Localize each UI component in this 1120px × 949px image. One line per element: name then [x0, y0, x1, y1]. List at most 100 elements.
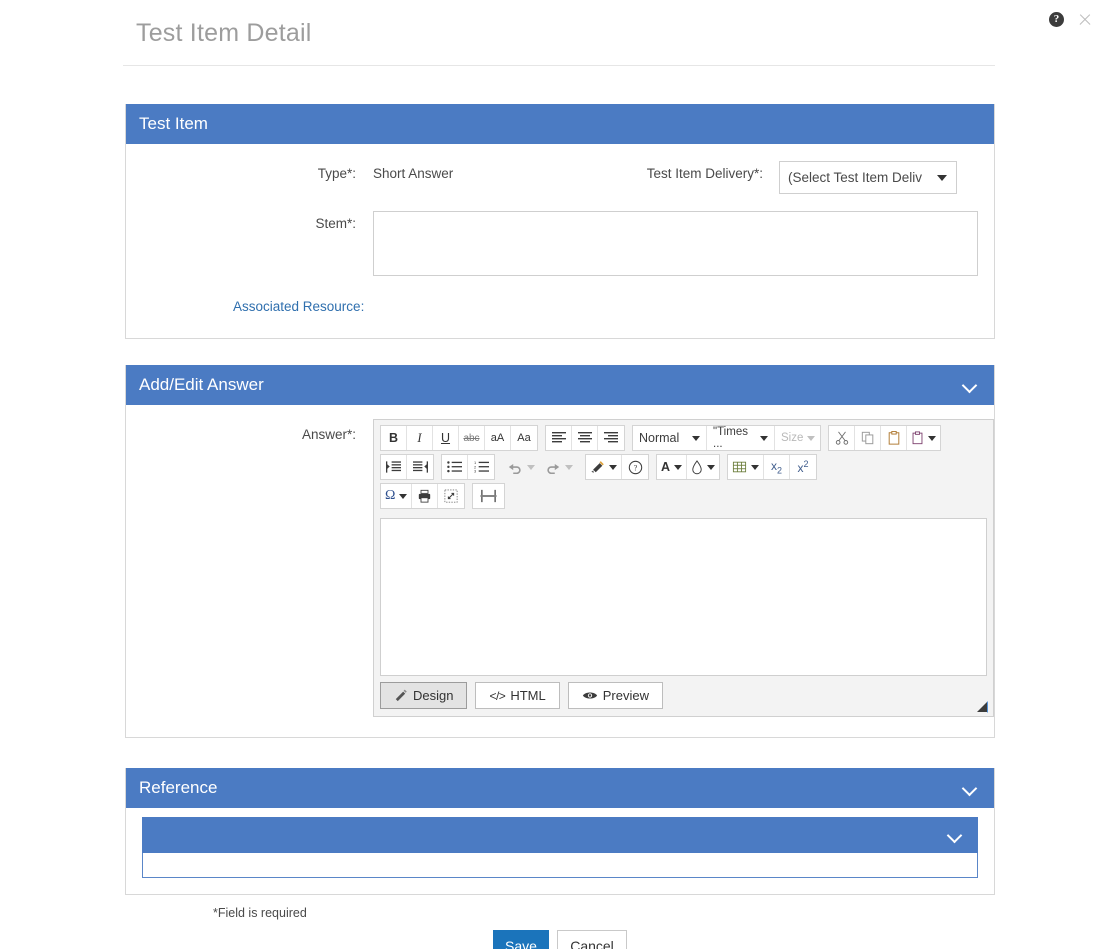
code-icon: </>: [489, 688, 506, 703]
resize-grip-icon[interactable]: [976, 700, 988, 713]
color-group: A: [656, 454, 721, 480]
dialog-footer: *Field is required Save Cancel: [125, 895, 995, 949]
lowercase-icon[interactable]: aA: [485, 426, 511, 450]
help-circle-icon[interactable]: ?: [1049, 12, 1064, 27]
paste-options-icon[interactable]: [907, 426, 940, 450]
answer-label: Answer*:: [301, 427, 356, 442]
copy-icon[interactable]: [855, 426, 881, 450]
insert-group: Ω: [380, 483, 466, 509]
editor-toolbar: B I U abc aA Aa Normal "Times ... Size 1…: [374, 420, 993, 516]
fullscreen-icon[interactable]: [438, 484, 465, 508]
reference-item-body: [142, 853, 978, 878]
chevron-down-icon: [760, 435, 768, 441]
tab-preview[interactable]: Preview: [567, 682, 663, 709]
undo-icon[interactable]: [502, 455, 540, 479]
align-center-icon[interactable]: [572, 426, 598, 450]
chevron-down-icon: [692, 435, 700, 441]
test-item-delivery-label: Test Item Delivery*:: [646, 166, 763, 181]
cut-icon[interactable]: [829, 426, 855, 450]
redo-icon[interactable]: [540, 455, 578, 479]
tab-html-label: HTML: [510, 688, 546, 703]
paragraph-format-value: Normal: [639, 431, 680, 445]
type-row: Type*: Short Answer Test Item Delivery*:…: [126, 144, 994, 194]
alignment-group: [545, 425, 625, 451]
insert-horizontal-rule-icon[interactable]: [473, 484, 505, 508]
cancel-button[interactable]: Cancel: [557, 930, 627, 949]
answer-editor-area[interactable]: [380, 518, 987, 676]
test-item-panel-body: Type*: Short Answer Test Item Delivery*:…: [126, 144, 994, 338]
format-painter-icon[interactable]: [586, 455, 622, 479]
reference-panel: Reference: [125, 768, 995, 895]
highlight-color-icon[interactable]: [687, 455, 720, 479]
print-icon[interactable]: [412, 484, 439, 508]
page-title: Test Item Detail: [136, 18, 312, 47]
pencil-icon: [395, 689, 407, 701]
test-item-delivery-select-value: (Select Test Item Deliv: [788, 170, 923, 185]
close-icon[interactable]: [1078, 13, 1092, 27]
editor-mode-tabs: Design </> HTML Preview: [374, 676, 993, 716]
action-buttons: Save Cancel: [125, 920, 995, 949]
test-item-panel-header: Test Item: [126, 104, 994, 144]
special-character-icon[interactable]: Ω: [381, 484, 413, 508]
chevron-down-icon[interactable]: [962, 377, 978, 393]
header-divider: [123, 65, 995, 66]
chevron-down-icon: [565, 464, 573, 470]
stem-label: Stem*:: [315, 216, 356, 231]
indent-group: [380, 454, 434, 480]
chevron-down-icon[interactable]: [947, 827, 963, 843]
chevron-down-icon: [674, 464, 683, 470]
tab-html[interactable]: </> HTML: [475, 682, 560, 709]
chevron-down-icon: [751, 464, 760, 470]
type-value: Short Answer: [373, 166, 454, 181]
list-group: 1 2 3: [441, 454, 495, 480]
paste-icon[interactable]: [881, 426, 907, 450]
rich-text-editor: B I U abc aA Aa Normal "Times ... Size 1…: [373, 419, 994, 717]
align-right-icon[interactable]: [598, 426, 624, 450]
font-family-value: "Times ...: [713, 426, 748, 450]
italic-icon[interactable]: I: [407, 426, 433, 450]
chevron-down-icon[interactable]: [962, 780, 978, 796]
font-family-select[interactable]: "Times ...: [707, 426, 775, 450]
associated-resource-link[interactable]: Associated Resource:: [233, 299, 364, 314]
eye-icon: [582, 692, 597, 699]
test-item-delivery-select[interactable]: (Select Test Item Deliv: [779, 161, 957, 194]
format-select-group: Normal "Times ... Size: [632, 425, 821, 451]
header-icon-group: ?: [1049, 12, 1092, 27]
reference-item-header[interactable]: [142, 817, 978, 853]
help-icon[interactable]: ?: [622, 455, 648, 479]
reference-panel-header[interactable]: Reference: [126, 768, 994, 808]
table-script-group: x2 x2: [727, 454, 818, 480]
tab-design[interactable]: Design: [380, 682, 468, 709]
chevron-down-icon: [399, 493, 408, 499]
font-color-icon[interactable]: A: [657, 455, 688, 479]
strikethrough-icon[interactable]: abc: [459, 426, 485, 450]
text-style-group: B I U abc aA Aa: [380, 425, 538, 451]
type-label: Type*:: [317, 166, 356, 181]
add-edit-answer-panel-header[interactable]: Add/Edit Answer: [126, 365, 994, 405]
indent-icon[interactable]: [381, 455, 407, 479]
stem-input[interactable]: [373, 211, 978, 276]
page-header: Test Item Detail ?: [0, 0, 1120, 66]
editor-toolbar-row-3: Ω: [380, 483, 989, 509]
align-left-icon[interactable]: [546, 426, 572, 450]
bullet-list-icon[interactable]: [442, 455, 468, 479]
reference-panel-title: Reference: [139, 778, 218, 797]
bold-icon[interactable]: B: [381, 426, 407, 450]
chevron-down-icon: [937, 174, 947, 181]
subscript-icon[interactable]: x2: [764, 455, 791, 479]
svg-text:3: 3: [474, 469, 477, 473]
tab-design-label: Design: [413, 688, 454, 703]
editor-toolbar-row-1: B I U abc aA Aa Normal "Times ... Size: [380, 425, 989, 451]
paragraph-format-select[interactable]: Normal: [633, 426, 707, 450]
underline-icon[interactable]: U: [433, 426, 459, 450]
test-item-panel: Test Item Type*: Short Answer Test Item …: [125, 104, 995, 339]
add-edit-answer-panel-title: Add/Edit Answer: [139, 375, 264, 394]
insert-table-icon[interactable]: [728, 455, 765, 479]
uppercase-icon[interactable]: Aa: [511, 426, 537, 450]
font-size-value: Size: [781, 432, 804, 444]
numbered-list-icon[interactable]: 1 2 3: [468, 455, 494, 479]
outdent-icon[interactable]: [407, 455, 433, 479]
save-button[interactable]: Save: [493, 930, 549, 949]
stem-row: Stem*:: [126, 194, 994, 276]
superscript-icon[interactable]: x2: [790, 455, 817, 479]
